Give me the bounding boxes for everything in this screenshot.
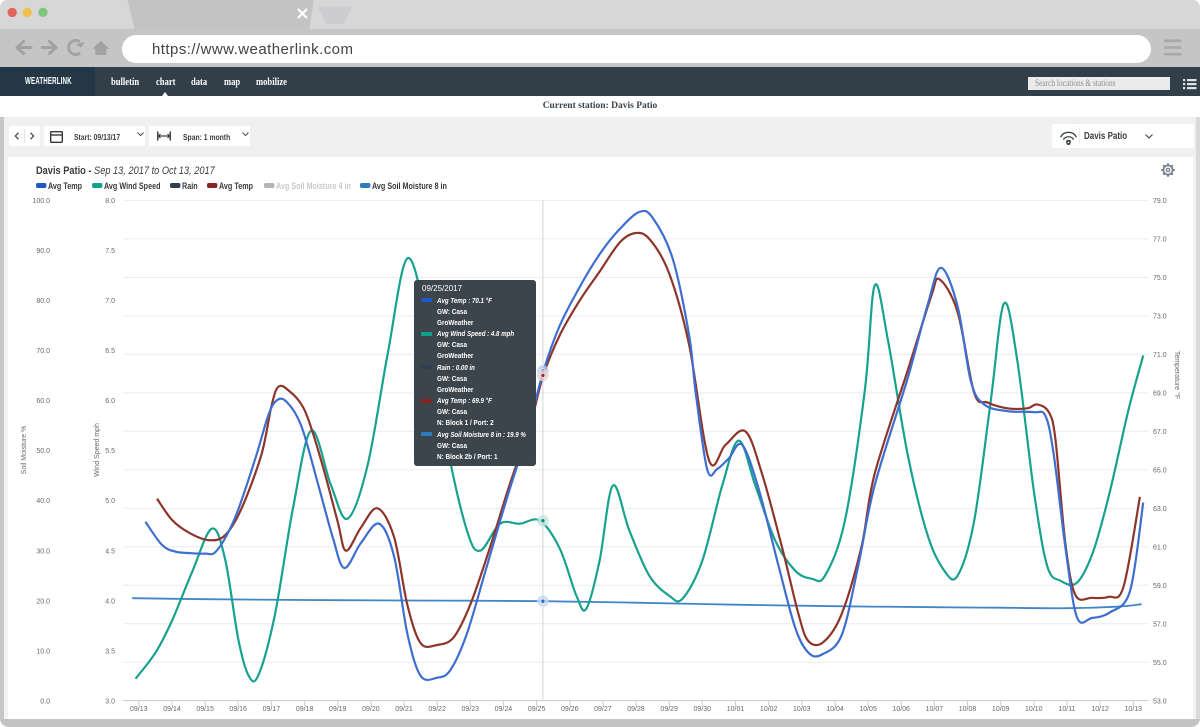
svg-text:10/13: 10/13 xyxy=(1125,706,1143,713)
svg-text:09/26: 09/26 xyxy=(561,706,579,713)
svg-text:57.0: 57.0 xyxy=(1153,621,1167,628)
svg-text:Temperature °F: Temperature °F xyxy=(1173,351,1181,399)
svg-text:09/18: 09/18 xyxy=(296,706,314,713)
svg-text:60.0: 60.0 xyxy=(36,398,50,405)
svg-text:3.5: 3.5 xyxy=(105,648,115,655)
svg-text:40.0: 40.0 xyxy=(36,498,50,505)
svg-text:55.0: 55.0 xyxy=(1153,660,1167,667)
svg-text:90.0: 90.0 xyxy=(36,248,50,255)
svg-text:4.0: 4.0 xyxy=(105,598,115,605)
svg-text:10/05: 10/05 xyxy=(859,706,877,713)
svg-text:7.0: 7.0 xyxy=(105,298,115,305)
svg-text:50.0: 50.0 xyxy=(36,448,50,455)
svg-text:67.0: 67.0 xyxy=(1153,429,1167,436)
svg-text:09/29: 09/29 xyxy=(660,706,678,713)
svg-text:3.0: 3.0 xyxy=(105,698,115,705)
svg-text:63.0: 63.0 xyxy=(1153,506,1167,513)
svg-text:09/13: 09/13 xyxy=(130,706,148,713)
svg-text:09/25: 09/25 xyxy=(528,706,546,713)
svg-text:10/03: 10/03 xyxy=(793,706,811,713)
svg-text:09/30: 09/30 xyxy=(694,706,712,713)
svg-text:6.0: 6.0 xyxy=(105,398,115,405)
svg-text:10/11: 10/11 xyxy=(1059,706,1076,713)
svg-text:6.5: 6.5 xyxy=(105,348,115,355)
svg-text:09/21: 09/21 xyxy=(395,706,413,713)
svg-text:69.0: 69.0 xyxy=(1153,391,1167,398)
svg-text:4.5: 4.5 xyxy=(105,548,115,555)
svg-text:0.0: 0.0 xyxy=(40,698,50,705)
svg-text:09/23: 09/23 xyxy=(462,706,480,713)
svg-text:10/06: 10/06 xyxy=(892,706,910,713)
svg-text:09/22: 09/22 xyxy=(428,706,446,713)
svg-text:10/10: 10/10 xyxy=(1025,706,1043,713)
svg-text:75.0: 75.0 xyxy=(1153,275,1167,282)
svg-text:73.0: 73.0 xyxy=(1153,314,1167,321)
svg-text:Soil Moisture %: Soil Moisture % xyxy=(21,426,28,475)
svg-text:80.0: 80.0 xyxy=(36,298,50,305)
svg-text:09/27: 09/27 xyxy=(594,706,612,713)
svg-text:7.5: 7.5 xyxy=(105,248,115,255)
svg-text:10/07: 10/07 xyxy=(926,706,944,713)
svg-text:10/12: 10/12 xyxy=(1091,706,1109,713)
svg-text:71.0: 71.0 xyxy=(1153,352,1167,359)
svg-text:09/28: 09/28 xyxy=(627,706,645,713)
svg-text:09/16: 09/16 xyxy=(229,706,247,713)
svg-text:5.0: 5.0 xyxy=(105,498,115,505)
svg-text:09/19: 09/19 xyxy=(329,706,347,713)
svg-text:59.0: 59.0 xyxy=(1153,583,1167,590)
svg-text:100.0: 100.0 xyxy=(32,198,50,205)
svg-text:10/01: 10/01 xyxy=(727,706,745,713)
svg-text:09/20: 09/20 xyxy=(362,706,380,713)
svg-text:53.0: 53.0 xyxy=(1153,698,1167,705)
svg-text:09/24: 09/24 xyxy=(495,706,513,713)
svg-text:10/08: 10/08 xyxy=(959,706,977,713)
svg-text:09/14: 09/14 xyxy=(163,706,181,713)
svg-text:10/02: 10/02 xyxy=(760,706,778,713)
svg-text:10.0: 10.0 xyxy=(36,648,50,655)
svg-text:77.0: 77.0 xyxy=(1153,237,1167,244)
svg-text:65.0: 65.0 xyxy=(1153,467,1167,474)
svg-text:20.0: 20.0 xyxy=(36,598,50,605)
svg-text:10/04: 10/04 xyxy=(826,706,844,713)
svg-text:5.5: 5.5 xyxy=(105,448,115,455)
svg-text:8.0: 8.0 xyxy=(105,198,115,205)
svg-text:70.0: 70.0 xyxy=(36,348,50,355)
svg-text:30.0: 30.0 xyxy=(36,548,50,555)
svg-text:09/17: 09/17 xyxy=(263,706,281,713)
svg-text:09/15: 09/15 xyxy=(196,706,214,713)
svg-text:10/09: 10/09 xyxy=(992,706,1010,713)
svg-text:Wind Speed mph: Wind Speed mph xyxy=(94,423,101,477)
svg-text:79.0: 79.0 xyxy=(1153,198,1167,205)
svg-text:61.0: 61.0 xyxy=(1153,544,1167,551)
